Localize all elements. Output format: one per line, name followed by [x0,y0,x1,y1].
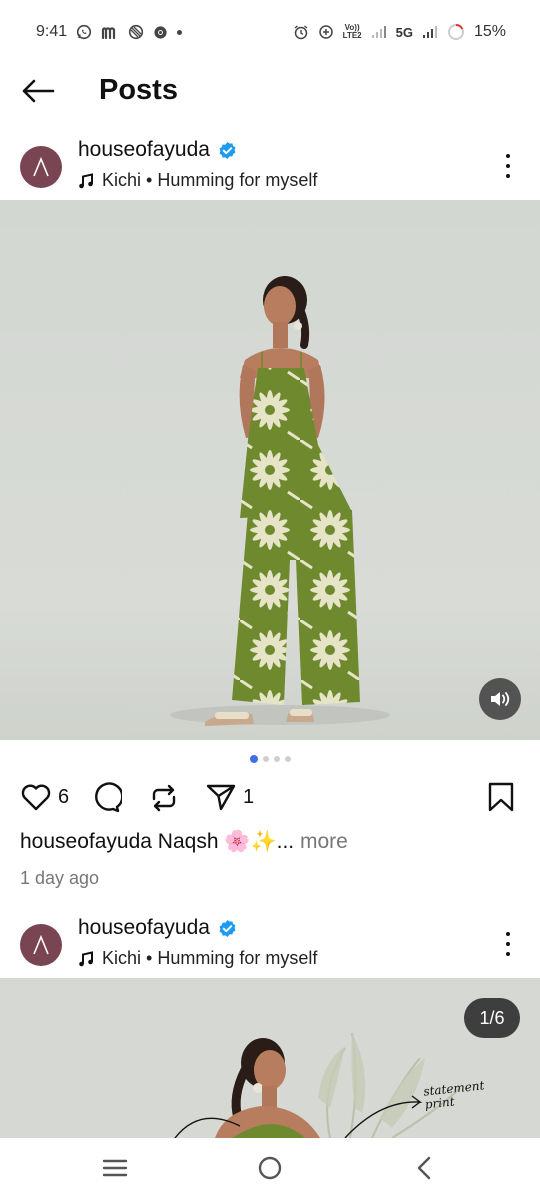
share-count: 1 [243,785,255,808]
post-media[interactable]: statement print 1/6 [0,978,540,1138]
model-photo [0,978,540,1138]
comment-button[interactable] [90,782,122,814]
arrow-left-icon [22,79,55,103]
carousel-dot-active [249,755,258,763]
menu-icon [102,1159,128,1177]
brand-logo-icon [33,156,49,177]
more-vertical-icon [506,932,510,936]
more-vertical-icon [506,154,510,158]
carousel-dot [284,756,291,762]
repost-button[interactable] [148,782,180,814]
comment-icon [95,782,122,813]
music-note-icon [79,172,93,188]
model-photo [0,200,540,740]
volte-bottom-label: LTE2 [342,31,362,40]
status-bar: 9:41 Vo)) LTE2 5G 15% [0,0,540,64]
system-nav-bar [0,1138,540,1196]
caption-username[interactable]: houseofayuda [20,830,152,853]
like-count: 6 [58,785,70,808]
carousel-dot [262,756,269,762]
post-username[interactable]: houseofayuda [78,916,210,940]
bookmark-icon [488,782,514,812]
volte-icon: Vo)) LTE2 [343,24,362,40]
system-back-button[interactable] [410,1155,440,1181]
chrome-icon [153,25,168,40]
carousel-dot [273,756,280,762]
page-title: Posts [99,74,178,106]
signal-strong-icon [422,25,438,39]
post-actions: 6 1 [0,778,540,822]
save-button[interactable] [488,782,514,812]
chevron-left-icon [417,1156,431,1180]
caption-text: Naqsh 🌸✨... [157,830,295,853]
more-options-button[interactable] [498,930,518,958]
notification-dot-icon [177,29,183,35]
home-circle-icon [258,1156,282,1180]
brand-logo-icon [33,934,49,955]
speaker-icon [491,692,510,706]
media-counter-badge: 1/6 [464,998,520,1038]
avatar[interactable] [20,146,62,188]
post-username[interactable]: houseofayuda [78,138,210,162]
repost-icon [152,784,176,812]
post-header: houseofayuda Kichi • Humming for myself [0,916,540,986]
verified-badge-icon [218,141,237,160]
status-time: 9:41 [36,23,68,40]
send-icon [206,784,236,811]
music-link[interactable]: Kichi • Humming for myself [78,170,317,191]
app-header: Posts [0,64,540,118]
blocked-app-icon [128,24,144,40]
sound-toggle-button[interactable] [479,678,521,720]
gmail-m-icon [101,25,119,39]
music-note-icon [79,950,93,966]
share-button[interactable]: 1 [205,782,254,812]
back-button[interactable] [20,76,56,106]
battery-percent: 15% [473,23,506,40]
post-media[interactable] [0,200,540,740]
home-button[interactable] [255,1155,285,1181]
network-type: 5G [395,24,413,40]
music-label: Kichi • Humming for myself [102,170,318,190]
post-header: houseofayuda Kichi • Humming for myself [0,138,540,208]
heart-icon [21,784,51,811]
whatsapp-icon [76,24,92,40]
battery-ring-icon [447,23,465,41]
more-options-button[interactable] [498,152,518,180]
verified-badge-icon [218,919,237,938]
post-timestamp: 1 day ago [20,868,100,888]
music-label: Kichi • Humming for myself [102,948,318,968]
music-link[interactable]: Kichi • Humming for myself [78,948,317,969]
alarm-icon [293,24,309,40]
avatar[interactable] [20,924,62,966]
carousel-indicator [0,755,540,763]
data-saver-icon [318,24,334,40]
caption-more-link[interactable]: more [294,830,348,853]
signal-weak-icon [371,25,387,39]
recent-apps-button[interactable] [100,1155,130,1181]
post-caption: houseofayuda Naqsh 🌸✨... more [20,830,348,854]
like-button[interactable]: 6 [20,782,69,812]
